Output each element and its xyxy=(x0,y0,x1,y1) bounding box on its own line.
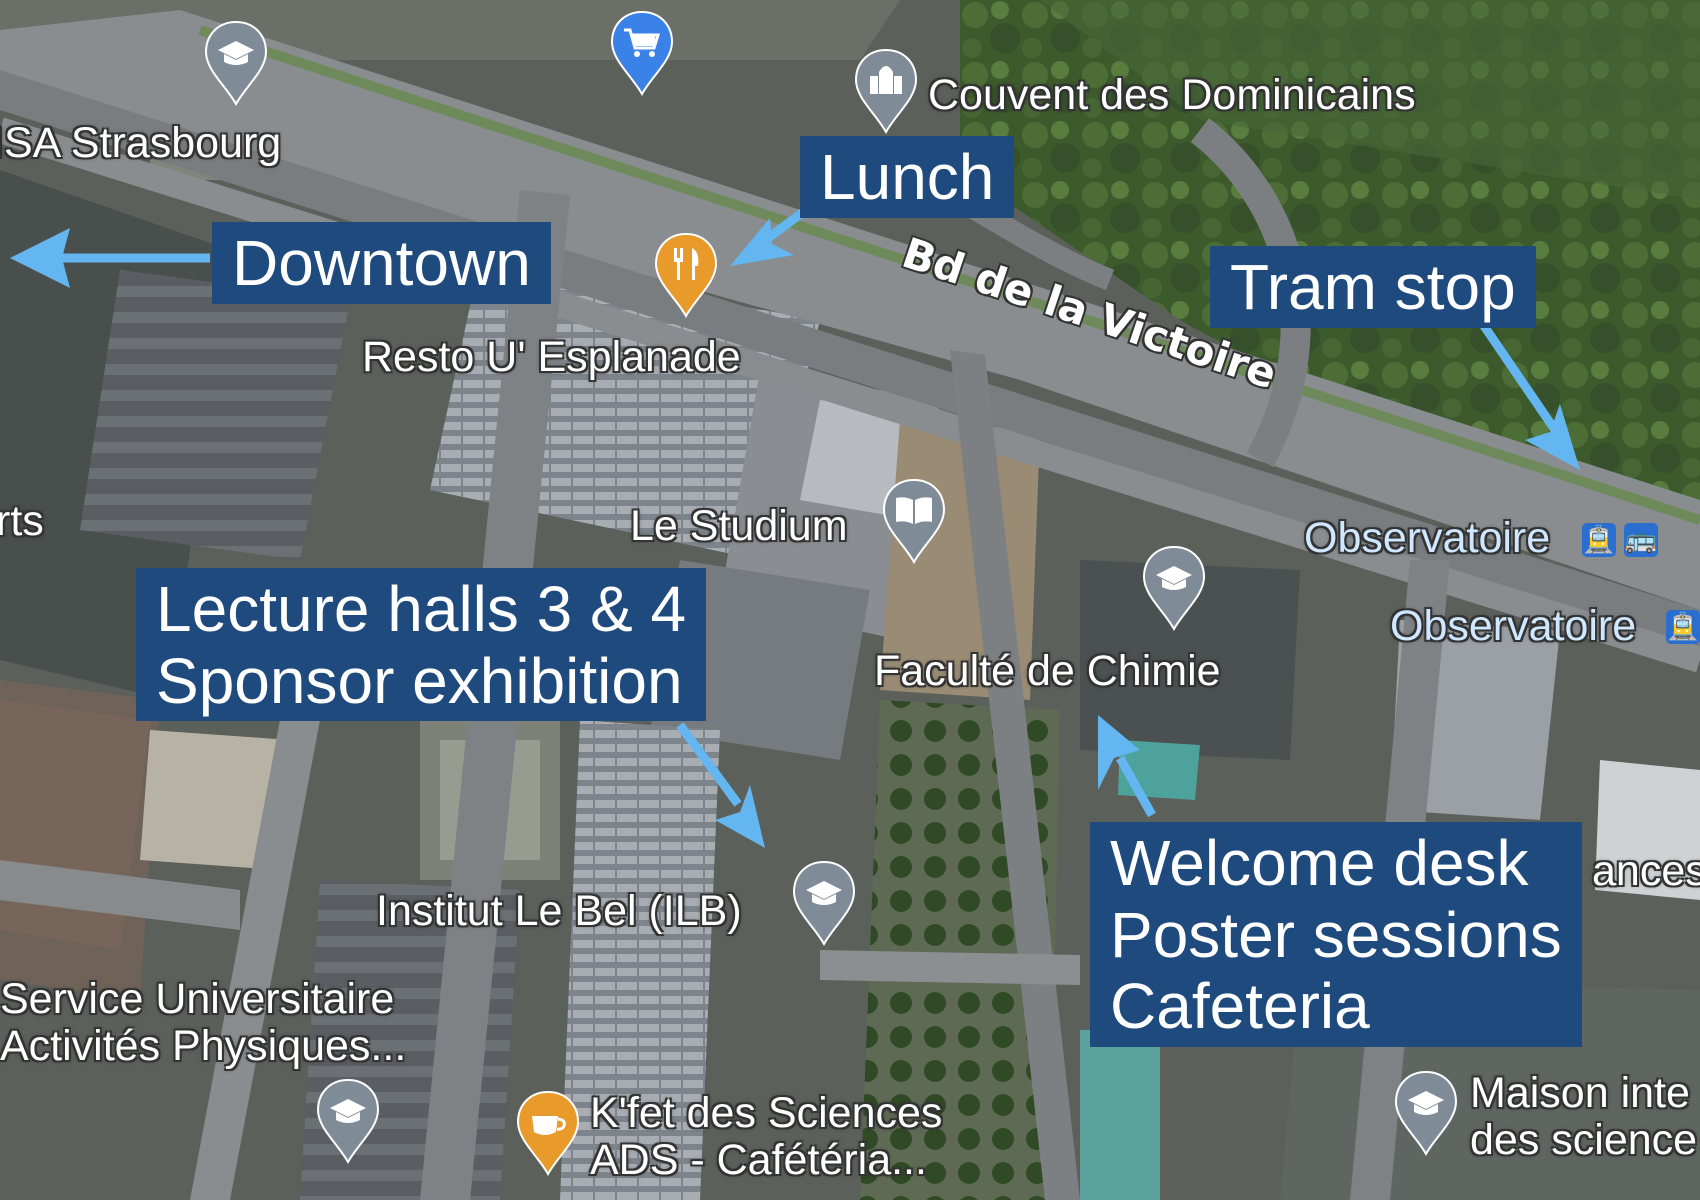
annotation-downtown: Downtown xyxy=(212,222,551,304)
label-kfet[interactable]: K'fet des Sciences ADS - Cafétéria... xyxy=(590,1089,943,1185)
university-pin-ilb[interactable] xyxy=(790,860,858,946)
annotation-welcome-line1: Welcome desk xyxy=(1110,827,1529,899)
shopping-pin[interactable] xyxy=(608,10,676,96)
label-maison-line2: des science xyxy=(1470,1116,1698,1165)
bus-icon[interactable]: 🚌 xyxy=(1624,523,1658,557)
tram-arrow xyxy=(1476,317,1559,433)
label-studium[interactable]: Le Studium xyxy=(630,503,848,550)
label-suaps[interactable]: Service Universitaire Activités Physique… xyxy=(0,975,407,1071)
label-suaps-line2: Activités Physiques... xyxy=(0,1022,407,1071)
label-resto[interactable]: Resto U' Esplanade xyxy=(362,334,741,381)
halls-arrow xyxy=(676,722,742,807)
annotation-lecture-halls-line2: Sponsor exhibition xyxy=(156,644,683,717)
label-maison-line1: Maison inte xyxy=(1470,1069,1690,1117)
restaurant-pin[interactable] xyxy=(652,232,720,318)
annotation-tram-stop: Tram stop xyxy=(1210,246,1536,328)
label-insa[interactable]: ISA Strasbourg xyxy=(0,120,281,167)
annotation-lecture-halls: Lecture halls 3 & 4 Sponsor exhibition xyxy=(136,568,707,722)
annotation-lecture-halls-line1: Lecture halls 3 & 4 xyxy=(156,573,687,645)
downtown-arrowhead xyxy=(10,228,70,288)
annotation-welcome-line3: Cafeteria xyxy=(1110,970,1370,1043)
label-observatoire-2[interactable]: Observatoire xyxy=(1390,603,1636,650)
label-ances: ances xyxy=(1592,847,1700,895)
tram-icon[interactable]: 🚊 xyxy=(1666,610,1700,644)
label-chimie[interactable]: Faculté de Chimie xyxy=(874,648,1221,695)
label-ilb[interactable]: Institut Le Bel (ILB) xyxy=(376,888,742,935)
cafe-pin[interactable] xyxy=(514,1090,582,1176)
tram-icon[interactable]: 🚊 xyxy=(1582,523,1616,557)
label-arts[interactable]: rts xyxy=(0,498,44,545)
halls-arrowhead xyxy=(715,785,765,848)
annotation-lunch: Lunch xyxy=(800,136,1015,218)
welcome-arrow xyxy=(1116,755,1156,818)
university-pin-chimie[interactable] xyxy=(1140,545,1208,631)
label-kfet-line2: ADS - Cafétéria... xyxy=(590,1136,927,1185)
tram-arrowhead xyxy=(1525,404,1580,470)
university-pin-suaps[interactable] xyxy=(314,1078,382,1164)
library-pin[interactable] xyxy=(880,478,948,564)
church-pin[interactable] xyxy=(852,48,920,134)
annotation-welcome-desk: Welcome desk Poster sessions Cafeteria xyxy=(1090,822,1582,1048)
university-pin-maison[interactable] xyxy=(1392,1070,1460,1156)
label-observatoire-1[interactable]: Observatoire xyxy=(1304,515,1550,562)
label-couvent[interactable]: Couvent des Dominicains xyxy=(928,72,1416,119)
label-suaps-line1: Service Universitaire xyxy=(0,975,395,1023)
annotation-welcome-line2: Poster sessions xyxy=(1110,898,1562,971)
label-maison[interactable]: Maison inte des science xyxy=(1470,1069,1698,1165)
campus-map[interactable]: ISA Strasbourg rts Couvent des Dominicai… xyxy=(0,0,1700,1200)
label-kfet-line1: K'fet des Sciences xyxy=(590,1089,943,1137)
university-pin-insa[interactable] xyxy=(202,20,270,106)
